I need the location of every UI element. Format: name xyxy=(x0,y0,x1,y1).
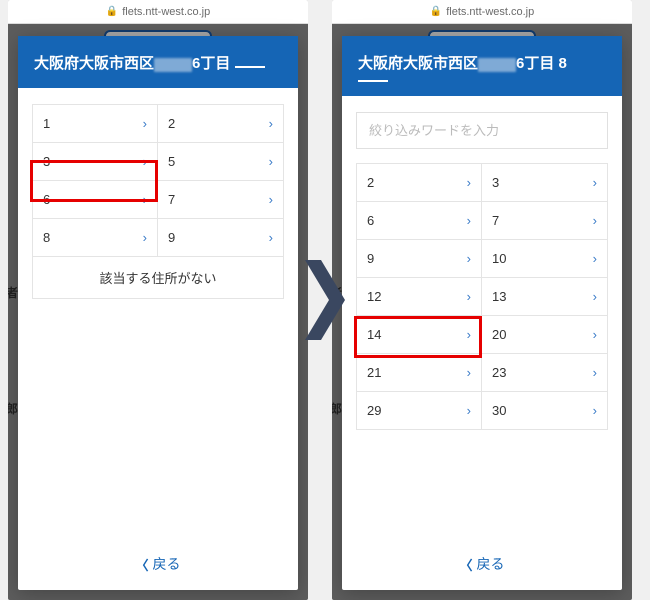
search-input[interactable] xyxy=(356,112,608,149)
address-panel: 大阪府大阪市西区6丁目 8 2›3›6›7›9›10›12›13›14›20›2… xyxy=(342,36,622,590)
item-label: 3 xyxy=(43,154,50,169)
address-item[interactable]: 10 › xyxy=(482,240,607,278)
address-item[interactable]: 21 › xyxy=(357,354,482,392)
chevron-right-icon: › xyxy=(593,213,597,228)
panel-body: 2›3›6›7›9›10›12›13›14›20›21›23›29›30› xyxy=(342,96,622,539)
item-label: 1 xyxy=(43,116,50,131)
address-item[interactable]: 3› xyxy=(482,164,607,202)
address-item[interactable]: 29 › xyxy=(357,392,482,430)
address-item[interactable]: 7› xyxy=(482,202,607,240)
chevron-right-icon: › xyxy=(269,154,273,169)
chevron-right-icon: › xyxy=(593,365,597,380)
item-label: 2 xyxy=(168,116,175,131)
address-item[interactable]: 20 › xyxy=(482,316,607,354)
item-label: 該当する住所がない xyxy=(99,268,216,287)
chevron-right-icon: › xyxy=(467,251,471,266)
chevron-left-icon: 〈 xyxy=(135,555,148,574)
item-label: 7 xyxy=(168,192,175,207)
address-item[interactable]: 7› xyxy=(158,181,283,219)
address-item[interactable]: 2› xyxy=(158,105,283,143)
address-item[interactable]: 23 › xyxy=(482,354,607,392)
item-label: 29 xyxy=(367,403,381,418)
address-grid: 1›2›3›5›6›7›8›9›該当する住所がない xyxy=(32,104,284,299)
address-grid: 2›3›6›7›9›10›12›13›14›20›21›23›29›30› xyxy=(356,163,608,430)
chevron-left-icon: 〈 xyxy=(459,555,472,574)
address-panel: 大阪府大阪市西区6丁目 1›2›3›5›6›7›8›9›該当する住所がない 〈 … xyxy=(18,36,298,590)
item-label: 23 xyxy=(492,365,506,380)
chevron-right-icon: › xyxy=(269,116,273,131)
item-label: 21 xyxy=(367,365,381,380)
address-item[interactable]: 12 › xyxy=(357,278,482,316)
panel-header: 大阪府大阪市西区6丁目 8 xyxy=(342,36,622,96)
item-label: 6 xyxy=(367,213,374,228)
chevron-right-icon: › xyxy=(467,403,471,418)
no-match-item[interactable]: 該当する住所がない xyxy=(33,257,283,299)
address-item[interactable]: 3› xyxy=(33,143,158,181)
item-label: 9 xyxy=(367,251,374,266)
chevron-right-icon: › xyxy=(269,192,273,207)
item-label: 10 xyxy=(492,251,506,266)
address-item[interactable]: 8› xyxy=(33,219,158,257)
item-label: 2 xyxy=(367,175,374,190)
chevron-right-icon: › xyxy=(593,403,597,418)
chevron-right-icon: › xyxy=(593,251,597,266)
url-bar: 🔒 flets.ntt-west.co.jp xyxy=(8,0,308,24)
panel-body: 1›2›3›5›6›7›8›9›該当する住所がない xyxy=(18,88,298,539)
address-item[interactable]: 13 › xyxy=(482,278,607,316)
item-label: 20 xyxy=(492,327,506,342)
chevron-right-icon: › xyxy=(143,192,147,207)
address-item[interactable]: 2› xyxy=(357,164,482,202)
chevron-right-icon: › xyxy=(269,230,273,245)
address-item[interactable]: 6› xyxy=(357,202,482,240)
chevron-right-icon: › xyxy=(143,154,147,169)
chevron-right-icon: › xyxy=(467,175,471,190)
chevron-right-icon: › xyxy=(143,230,147,245)
item-label: 8 xyxy=(43,230,50,245)
item-label: 5 xyxy=(168,154,175,169)
address-item[interactable]: 30 › xyxy=(482,392,607,430)
phone-left: 🔒 flets.ntt-west.co.jp 者 郎 「フレッツギガクロス」に変… xyxy=(8,0,308,600)
chevron-right-icon: › xyxy=(467,289,471,304)
item-label: 3 xyxy=(492,175,499,190)
url-text: flets.ntt-west.co.jp xyxy=(122,6,210,18)
address-item[interactable]: 1› xyxy=(33,105,158,143)
address-item[interactable]: 5› xyxy=(158,143,283,181)
chevron-right-icon: › xyxy=(593,327,597,342)
address-item[interactable]: 9› xyxy=(158,219,283,257)
address-item[interactable]: 9› xyxy=(357,240,482,278)
chevron-right-icon: › xyxy=(467,365,471,380)
panel-header: 大阪府大阪市西区6丁目 xyxy=(18,36,298,88)
item-label: 30 xyxy=(492,403,506,418)
url-bar: 🔒 flets.ntt-west.co.jp xyxy=(332,0,632,24)
item-label: 7 xyxy=(492,213,499,228)
chevron-right-icon: › xyxy=(467,213,471,228)
item-label: 6 xyxy=(43,192,50,207)
url-text: flets.ntt-west.co.jp xyxy=(446,6,534,18)
lock-icon: 🔒 xyxy=(106,6,118,17)
chevron-right-icon: › xyxy=(467,327,471,342)
chevron-right-icon: › xyxy=(593,289,597,304)
phone-right: 🔒 flets.ntt-west.co.jp 者 郎 「フレッツギガクロス」に変… xyxy=(332,0,632,600)
chevron-right-icon: › xyxy=(143,116,147,131)
address-item[interactable]: 14 › xyxy=(357,316,482,354)
transition-arrow-icon xyxy=(305,260,345,340)
item-label: 13 xyxy=(492,289,506,304)
lock-icon: 🔒 xyxy=(430,6,442,17)
chevron-right-icon: › xyxy=(593,175,597,190)
back-button[interactable]: 〈 戻る xyxy=(342,538,622,590)
back-button[interactable]: 〈 戻る xyxy=(18,538,298,590)
item-label: 12 xyxy=(367,289,381,304)
item-label: 9 xyxy=(168,230,175,245)
item-label: 14 xyxy=(367,327,381,342)
address-item[interactable]: 6› xyxy=(33,181,158,219)
